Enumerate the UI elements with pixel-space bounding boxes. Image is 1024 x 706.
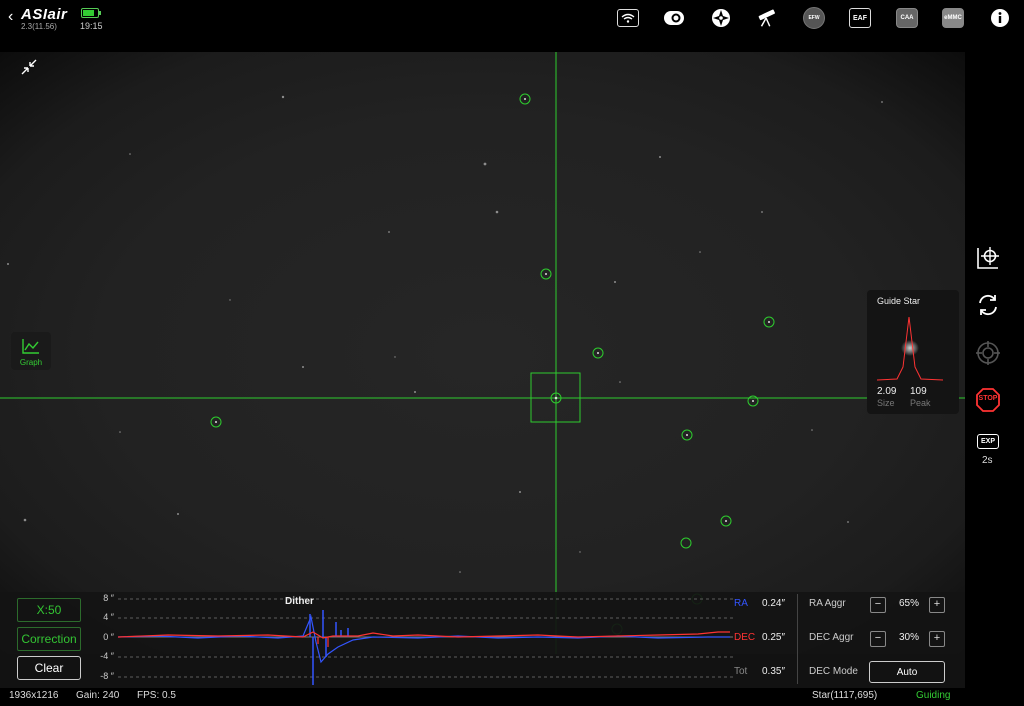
ra-aggr-label: RA Aggr bbox=[809, 598, 846, 609]
guide-star-title: Guide Star bbox=[877, 296, 921, 306]
dec-aggr-decrease-button[interactable]: − bbox=[870, 631, 886, 647]
reticle-icon bbox=[976, 341, 1000, 365]
resolution-text: 1936x1216 bbox=[9, 690, 59, 701]
filter-wheel-icon[interactable]: EFW bbox=[803, 7, 825, 29]
graph-scale-button[interactable]: X:50 bbox=[17, 598, 81, 622]
dither-event-label: Dither bbox=[285, 596, 314, 607]
telescope-icon[interactable] bbox=[756, 8, 778, 28]
exposure-value: 2s bbox=[982, 455, 993, 466]
exposure-button[interactable]: EXP bbox=[977, 434, 999, 449]
app-logo: ASIair bbox=[21, 6, 68, 23]
graph-toggle-button[interactable]: Graph bbox=[11, 332, 51, 370]
stop-label: STOP bbox=[978, 395, 998, 402]
chart-line-icon bbox=[22, 339, 39, 354]
crosshair-target-icon bbox=[977, 247, 999, 269]
battery-icon bbox=[81, 8, 101, 18]
total-label: Tot bbox=[734, 666, 748, 677]
dec-mode-select[interactable]: Auto bbox=[869, 661, 945, 683]
mount-icon[interactable] bbox=[710, 8, 732, 28]
refresh-icon bbox=[979, 294, 997, 316]
y-tick-label: 0 ″ bbox=[103, 632, 114, 642]
guiding-status-text: Guiding bbox=[916, 690, 951, 701]
collapse-view-icon[interactable] bbox=[20, 58, 38, 76]
loop-exposure-button[interactable] bbox=[975, 292, 1001, 318]
dec-rms-value: 0.25″ bbox=[762, 632, 786, 643]
correction-toggle-button[interactable]: Correction bbox=[17, 627, 81, 651]
camera-icon[interactable] bbox=[663, 8, 685, 28]
clock-time: 19:15 bbox=[80, 21, 103, 31]
app-version: 2.3(11.56) bbox=[21, 22, 57, 31]
ra-rms-value: 0.24″ bbox=[762, 598, 786, 609]
status-bar: 1936x1216 Gain: 240 FPS: 0.5 Star(1117,6… bbox=[0, 688, 1024, 706]
ra-aggr-increase-button[interactable]: + bbox=[929, 597, 945, 613]
guide-start-button[interactable] bbox=[975, 340, 1001, 366]
dec-aggr-value: 30% bbox=[898, 632, 919, 643]
star-peak-label: Peak bbox=[910, 398, 931, 408]
clear-graph-button[interactable]: Clear bbox=[17, 656, 81, 680]
y-tick-label: -8 ″ bbox=[100, 671, 114, 681]
detected-star-marker bbox=[680, 537, 692, 549]
info-icon[interactable] bbox=[989, 8, 1011, 28]
dec-aggr-label: DEC Aggr bbox=[809, 632, 854, 643]
star-size-label: Size bbox=[877, 398, 895, 408]
star-peak-value: 109 bbox=[910, 386, 927, 397]
rotator-icon[interactable]: CAA bbox=[896, 8, 918, 28]
ra-aggr-decrease-button[interactable]: − bbox=[870, 597, 886, 613]
y-tick-label: -4 ″ bbox=[100, 651, 114, 661]
dec-aggr-increase-button[interactable]: + bbox=[929, 631, 945, 647]
target-select-button[interactable] bbox=[975, 245, 1001, 271]
top-bar: ‹ ASIair 2.3(11.56) 19:15 EFW EAF CAA eM… bbox=[0, 0, 1024, 52]
y-tick-label: 8 ″ bbox=[103, 593, 114, 603]
dec-mode-label: DEC Mode bbox=[809, 666, 858, 677]
ra-aggr-value: 65% bbox=[898, 598, 919, 609]
back-chevron-icon[interactable]: ‹ bbox=[8, 8, 13, 26]
guide-star-panel: Guide Star 2.09 Size 109 Peak bbox=[867, 290, 959, 414]
storage-icon[interactable]: eMMC bbox=[942, 8, 964, 28]
star-position-text: Star(1117,695) bbox=[812, 690, 878, 701]
guide-error-graph bbox=[118, 598, 733, 685]
total-rms-value: 0.35″ bbox=[762, 666, 786, 677]
wifi-icon[interactable] bbox=[617, 8, 639, 28]
background-stars bbox=[7, 95, 883, 573]
ra-label: RA bbox=[734, 598, 748, 609]
dec-label: DEC bbox=[734, 632, 756, 643]
guide-overlay bbox=[0, 52, 965, 654]
stop-guiding-button[interactable]: STOP bbox=[975, 387, 1001, 413]
fps-text: FPS: 0.5 bbox=[137, 690, 176, 701]
focuser-icon[interactable]: EAF bbox=[849, 8, 871, 28]
y-tick-label: 4 ″ bbox=[103, 612, 114, 622]
graph-label: Graph bbox=[19, 358, 43, 367]
panel-divider bbox=[797, 594, 798, 684]
gain-text: Gain: 240 bbox=[76, 690, 120, 701]
star-profile-plot bbox=[876, 316, 944, 381]
star-size-value: 2.09 bbox=[877, 386, 897, 397]
